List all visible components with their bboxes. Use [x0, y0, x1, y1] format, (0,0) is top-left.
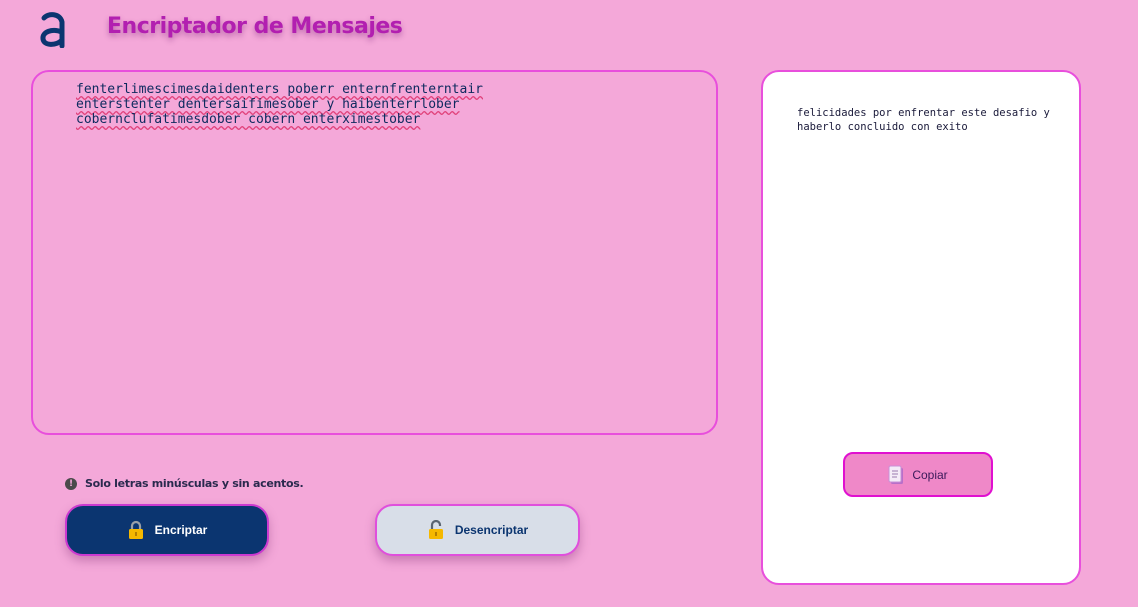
lock-open-icon [428, 520, 443, 539]
output-text: felicidades por enfrentar este desafio y… [797, 107, 1050, 133]
lock-closed-icon [128, 520, 143, 539]
document-icon [888, 465, 904, 484]
input-hint-text: Solo letras minúsculas y sin acentos. [85, 477, 304, 490]
message-input-text[interactable]: fenterlimescimesdaidenters poberr entern… [76, 82, 576, 127]
output-panel: felicidades por enfrentar este desafio y… [761, 70, 1081, 585]
decrypt-button-label: Desencriptar [454, 523, 529, 537]
encrypt-button[interactable]: Encriptar [65, 504, 269, 556]
copy-button[interactable]: Copiar [843, 452, 993, 497]
alura-a-logo-icon [40, 12, 65, 48]
encrypt-button-label: Encriptar [154, 523, 208, 537]
message-input-area[interactable]: fenterlimescimesdaidenters poberr entern… [31, 70, 718, 435]
info-icon: ! [65, 477, 77, 490]
page-title: Encriptador de Mensajes [107, 14, 403, 39]
input-hint: ! Solo letras minúsculas y sin acentos. [65, 477, 304, 490]
copy-button-label: Copiar [912, 467, 948, 482]
decrypt-button[interactable]: Desencriptar [375, 504, 580, 556]
